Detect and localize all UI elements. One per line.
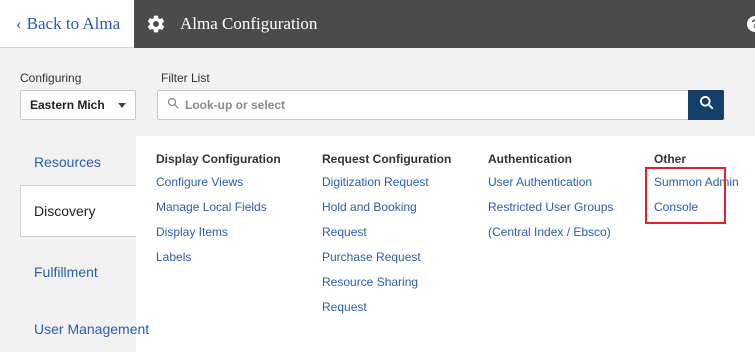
sidebar-item-discovery[interactable]: Discovery — [20, 185, 136, 237]
back-label: Back to Alma — [26, 13, 121, 33]
section-header: Other — [654, 152, 687, 166]
configuring-select[interactable]: Eastern Mich — [20, 90, 136, 120]
section-header: Request Configuration — [322, 152, 452, 166]
section-request-configuration: Request Configuration Digitization Reque… — [322, 152, 451, 324]
link-display-items[interactable]: Display Items — [156, 224, 281, 249]
link-manage-local-fields[interactable]: Manage Local Fields — [156, 199, 281, 224]
link-labels[interactable]: Labels — [156, 249, 281, 274]
search-input[interactable] — [185, 98, 665, 112]
search-icon — [699, 95, 714, 115]
link-hold-and-booking[interactable]: Hold and Booking — [322, 199, 451, 224]
link-digitization-request[interactable]: Digitization Request — [322, 174, 451, 199]
section-header: Authentication — [488, 152, 572, 166]
filter-search-box[interactable] — [157, 90, 688, 120]
link-resource-sharing-request[interactable]: Request — [322, 299, 451, 324]
section-header: Display Configuration — [156, 152, 281, 166]
highlight-box — [645, 167, 726, 224]
section-authentication: Authentication User Authentication Restr… — [488, 152, 613, 249]
help-icon[interactable]: ? — [747, 16, 755, 32]
sidebar-item-fulfillment[interactable]: Fulfillment — [34, 264, 150, 280]
top-bar: ‹ Back to Alma Alma Configuration ? — [0, 0, 755, 48]
link-restricted-user-groups[interactable]: Restricted User Groups — [488, 199, 613, 224]
search-icon — [167, 96, 179, 114]
back-to-alma-link[interactable]: ‹ Back to Alma — [0, 0, 134, 48]
search-button[interactable] — [688, 90, 724, 120]
configuring-label: Configuring — [20, 71, 82, 85]
link-user-authentication[interactable]: User Authentication — [488, 174, 613, 199]
sidebar-item-label: Discovery — [34, 203, 96, 219]
gear-icon — [144, 12, 168, 36]
link-hold-and-booking-request[interactable]: Request — [322, 224, 451, 249]
title-bar: Alma Configuration ? — [134, 0, 755, 48]
link-configure-views[interactable]: Configure Views — [156, 174, 281, 199]
chevron-left-icon: ‹ — [16, 13, 22, 33]
caret-down-icon — [118, 103, 126, 108]
section-display-configuration: Display Configuration Configure Views Ma… — [156, 152, 281, 274]
page-title: Alma Configuration — [180, 14, 318, 33]
link-purchase-request[interactable]: Purchase Request — [322, 249, 451, 274]
sidebar: Resources Discovery Fulfillment User Man… — [0, 136, 149, 352]
link-resource-sharing[interactable]: Resource Sharing — [322, 274, 451, 299]
sidebar-item-user-management[interactable]: User Management — [34, 320, 150, 338]
sidebar-item-resources[interactable]: Resources — [34, 154, 150, 170]
filter-list-label: Filter List — [161, 71, 210, 85]
configuring-value: Eastern Mich — [30, 98, 105, 112]
filter-area: Configuring Filter List Eastern Mich — [0, 48, 755, 136]
link-restricted-user-groups-central-index[interactable]: (Central Index / Ebsco) — [488, 224, 613, 249]
